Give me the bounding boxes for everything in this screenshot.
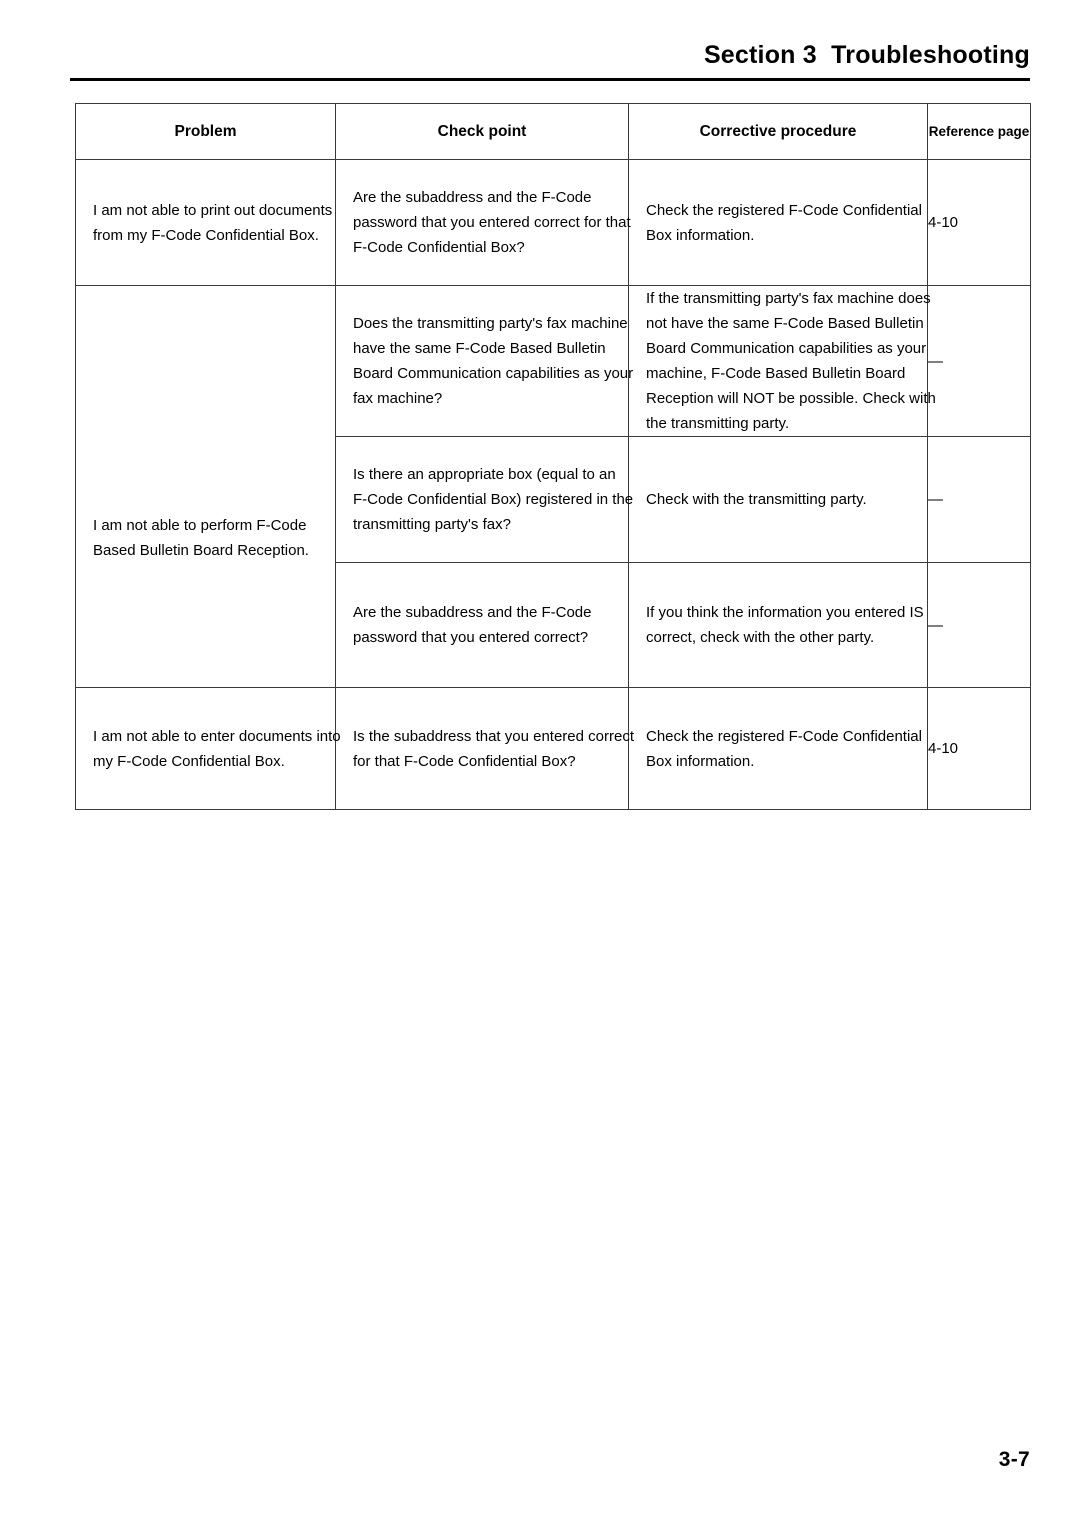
column-header-corrective-procedure: Corrective procedure xyxy=(628,103,928,160)
cell-check-point-text: Is the subaddress that you entered corre… xyxy=(336,724,634,774)
cell-problem-text: I am not able to perform F-Code Based Bu… xyxy=(76,410,335,563)
document-page: Section 3 Troubleshooting Problem Check … xyxy=(0,0,1080,1528)
text-line: Check the registered F-Code Confidential xyxy=(646,201,922,219)
table-body: I am not able to print out documents fro… xyxy=(75,159,1031,810)
cell-check-point-text: Are the subaddress and the F-Code passwo… xyxy=(336,185,631,260)
cell-problem-text: I am not able to print out documents fro… xyxy=(76,198,335,248)
cell-check-point: Is there an appropriate box (equal to an… xyxy=(335,436,634,563)
cell-check-point-text: Is there an appropriate box (equal to an… xyxy=(336,462,634,537)
cell-reference-page: — xyxy=(927,285,1031,437)
cell-problem: I am not able to print out documents fro… xyxy=(75,159,336,286)
text-line: Box information. xyxy=(646,226,755,244)
table-row: I am not able to enter documents into my… xyxy=(75,687,1031,810)
reference-page-value: — xyxy=(928,616,943,634)
text-line: If you think the information you entered… xyxy=(646,604,924,621)
section-title: Section 3 Troubleshooting xyxy=(703,41,1030,69)
text-line: I am not able to perform F-Code xyxy=(93,517,307,534)
text-line: Is there an appropriate box (equal to an xyxy=(353,466,616,483)
cell-corrective-procedure-text: Check the registered F-Code Confidential… xyxy=(629,198,927,248)
text-line: fax machine? xyxy=(353,390,443,407)
text-line: correct, check with the other party. xyxy=(646,629,875,646)
cell-corrective-procedure-text: Check with the transmitting party. xyxy=(629,487,927,512)
text-line: Check the registered F-Code Confidential xyxy=(646,727,922,745)
cell-problem-text: I am not able to enter documents into my… xyxy=(76,724,341,774)
cell-corrective-procedure-text: Check the registered F-Code Confidential… xyxy=(629,724,927,774)
header-rule xyxy=(70,78,1030,81)
text-line: If the transmitting party's fax machine … xyxy=(646,290,931,307)
text-line: I am not able to enter documents into xyxy=(93,727,341,745)
text-line: from my F-Code Confidential Box. xyxy=(93,226,319,244)
text-line: Reception will NOT be possible. Check wi… xyxy=(646,390,936,407)
table-header-row: Problem Check point Corrective procedure… xyxy=(75,103,1031,160)
text-line: transmitting party's fax? xyxy=(353,516,511,533)
cell-reference-page: — xyxy=(927,562,1031,688)
troubleshooting-table-container: Problem Check point Corrective procedure… xyxy=(75,103,1031,810)
cell-problem: I am not able to enter documents into my… xyxy=(75,687,341,810)
cell-reference-page: — xyxy=(927,436,1031,563)
text-line: Are the subaddress and the F-Code xyxy=(353,604,592,621)
cell-corrective-procedure: If the transmitting party's fax machine … xyxy=(628,285,936,437)
text-line: machine, F-Code Based Bulletin Board xyxy=(646,365,906,382)
cell-problem: I am not able to perform F-Code Based Bu… xyxy=(75,285,336,688)
text-line: Based Bulletin Board Reception. xyxy=(93,542,309,559)
cell-corrective-procedure: Check with the transmitting party. xyxy=(628,436,928,563)
cell-corrective-procedure: Check the registered F-Code Confidential… xyxy=(628,687,928,810)
cell-corrective-procedure: Check the registered F-Code Confidential… xyxy=(628,159,928,286)
cell-corrective-procedure-text: If the transmitting party's fax machine … xyxy=(629,286,936,436)
cell-reference-page: 4-10 xyxy=(927,687,1031,810)
cell-check-point: Are the subaddress and the F-Code passwo… xyxy=(335,159,631,286)
reference-page-value: — xyxy=(928,352,943,370)
text-line: Board Communication capabilities as your xyxy=(646,340,927,357)
text-line: for that F-Code Confidential Box? xyxy=(353,752,576,770)
column-header-check-point: Check point xyxy=(335,103,629,160)
column-header-problem: Problem xyxy=(75,103,336,160)
cell-check-point: Is the subaddress that you entered corre… xyxy=(335,687,634,810)
text-line: Check with the transmitting party. xyxy=(646,491,867,508)
text-line: Board Communication capabilities as your xyxy=(353,365,634,382)
text-line: not have the same F-Code Based Bulletin xyxy=(646,315,924,332)
cell-check-point: Does the transmitting party's fax machin… xyxy=(335,285,634,437)
troubleshooting-table: Problem Check point Corrective procedure… xyxy=(75,103,1031,810)
reference-page-value: 4-10 xyxy=(928,214,959,231)
cell-reference-page: 4-10 xyxy=(927,159,1031,286)
reference-page-value: 4-10 xyxy=(928,740,959,757)
text-line: Does the transmitting party's fax machin… xyxy=(353,315,628,332)
text-line: I am not able to print out documents xyxy=(93,201,333,219)
cell-check-point-text: Are the subaddress and the F-Code passwo… xyxy=(336,600,628,650)
column-header-reference-page: Reference page xyxy=(927,103,1031,160)
cell-check-point-text: Does the transmitting party's fax machin… xyxy=(336,311,634,411)
text-line: the transmitting party. xyxy=(646,415,790,432)
cell-corrective-procedure-text: If you think the information you entered… xyxy=(629,600,927,650)
cell-corrective-procedure: If you think the information you entered… xyxy=(628,562,928,688)
cell-check-point: Are the subaddress and the F-Code passwo… xyxy=(335,562,629,688)
text-line: Are the subaddress and the F-Code xyxy=(353,189,592,206)
text-line: F-Code Confidential Box) registered in t… xyxy=(353,491,634,508)
text-line: Is the subaddress that you entered corre… xyxy=(353,727,634,745)
text-line: Box information. xyxy=(646,752,755,770)
text-line: my F-Code Confidential Box. xyxy=(93,752,285,770)
table-row: I am not able to print out documents fro… xyxy=(75,159,1031,286)
text-line: password that you entered correct for th… xyxy=(353,214,631,231)
page-number: 3-7 xyxy=(998,1448,1030,1471)
reference-page-value: — xyxy=(928,491,943,508)
table-row: I am not able to perform F-Code Based Bu… xyxy=(75,285,1031,688)
text-line: have the same F-Code Based Bulletin xyxy=(353,340,606,357)
text-line: password that you entered correct? xyxy=(353,629,589,646)
text-line: F-Code Confidential Box? xyxy=(353,239,525,256)
